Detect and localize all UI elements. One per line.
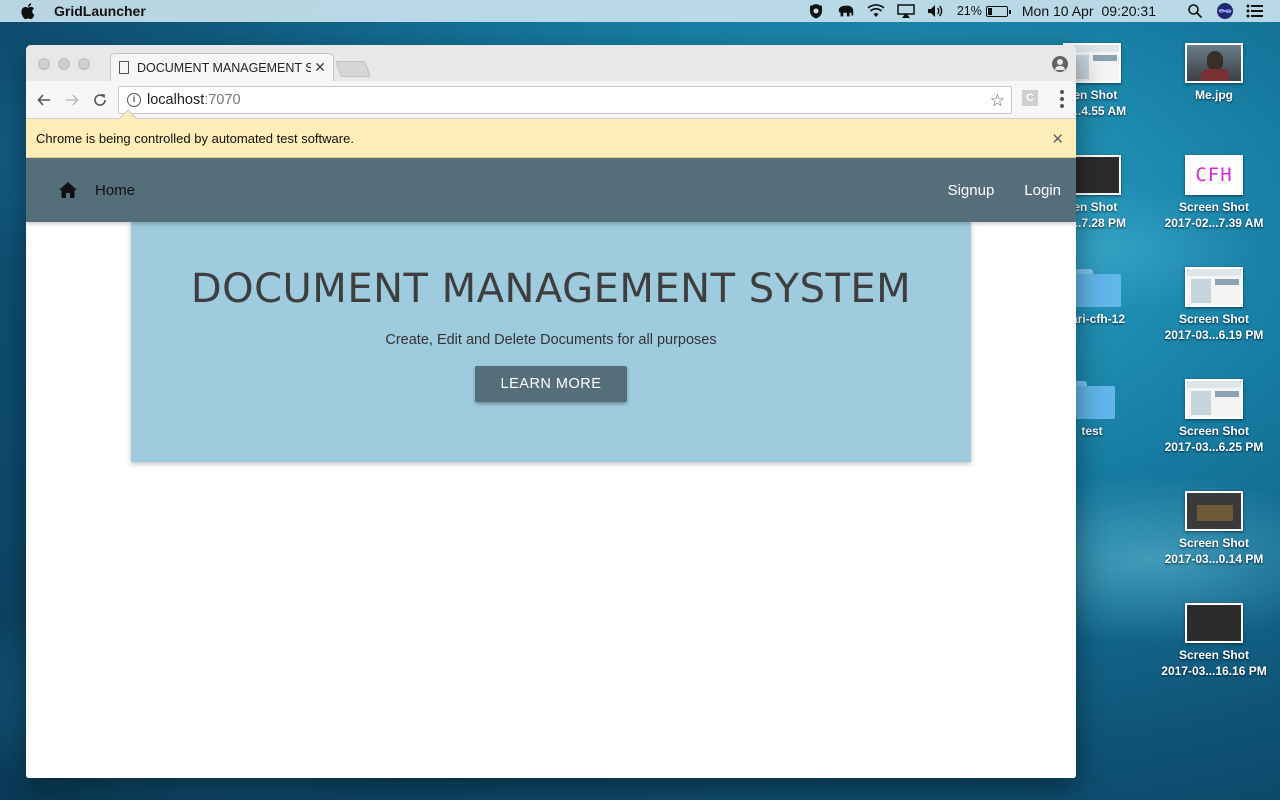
clock-date: Mon 10 Apr xyxy=(1021,3,1094,19)
address-bar[interactable]: i localhost:7070 ☆ xyxy=(118,86,1012,114)
nav-signup-link[interactable]: Signup xyxy=(948,182,995,199)
desktop-icon-screenshot[interactable]: Screen Shot 2017-03...6.19 PM xyxy=(1154,267,1274,343)
close-infobar-icon[interactable]: ✕ xyxy=(1051,130,1064,148)
minimize-window-button[interactable] xyxy=(58,58,70,70)
home-icon[interactable] xyxy=(58,181,78,199)
app-navbar: Home Signup Login xyxy=(26,158,1076,222)
zoom-window-button[interactable] xyxy=(78,58,90,70)
battery-percent: 21% xyxy=(956,4,982,18)
screenshot-thumbnail xyxy=(1185,491,1243,531)
apple-icon[interactable] xyxy=(21,3,35,19)
notification-center-icon[interactable] xyxy=(1246,3,1264,19)
volume-icon[interactable] xyxy=(927,3,945,19)
elephant-icon[interactable] xyxy=(837,3,855,19)
battery-icon[interactable] xyxy=(985,5,1011,17)
window-controls xyxy=(38,58,90,70)
url-host: localhost xyxy=(147,92,205,108)
desktop-icon-label: Me.jpg xyxy=(1195,88,1233,102)
desktop-icon-label: Screen Shot xyxy=(1178,648,1250,662)
screenshot-thumbnail: CFH xyxy=(1185,155,1243,195)
document-icon xyxy=(119,61,129,74)
close-tab-icon[interactable]: ✕ xyxy=(311,59,329,76)
nav-login-link[interactable]: Login xyxy=(1024,182,1061,199)
photo-thumbnail xyxy=(1185,43,1243,83)
desktop-icon-label: Screen Shot xyxy=(1178,312,1250,326)
new-tab-button[interactable] xyxy=(335,61,371,77)
reload-button[interactable] xyxy=(90,90,110,110)
desktop-icon-screenshot[interactable]: CFH Screen Shot 2017-02...7.39 AM xyxy=(1154,155,1274,231)
desktop-icon-label: Screen Shot xyxy=(1178,200,1250,214)
bookmark-star-icon[interactable]: ☆ xyxy=(990,91,1005,111)
tab-strip: DOCUMENT MANAGEMENT SY ✕ xyxy=(26,45,1076,81)
screenshot-thumbnail xyxy=(1185,603,1243,643)
screenshot-thumbnail xyxy=(1185,379,1243,419)
menu-bar: GridLauncher 21% Mon 10 Apr 09:20:31 xyxy=(0,0,1280,22)
web-page: Home Signup Login DOCUMENT MANAGEMENT SY… xyxy=(26,158,1076,778)
desktop-icon-label: Screen Shot xyxy=(1178,424,1250,438)
close-window-button[interactable] xyxy=(38,58,50,70)
back-button[interactable] xyxy=(34,90,54,110)
clock-time: 09:20:31 xyxy=(1101,3,1157,19)
desktop-icon-label: 2017-03...0.14 PM xyxy=(1164,552,1264,566)
profile-icon[interactable] xyxy=(1052,56,1068,72)
tab-title: DOCUMENT MANAGEMENT SY xyxy=(137,60,311,75)
desktop-icon-me-jpg[interactable]: Me.jpg xyxy=(1154,43,1274,103)
siri-icon[interactable] xyxy=(1216,3,1234,19)
automation-infobar: Chrome is being controlled by automated … xyxy=(26,109,1076,158)
browser-menu-icon[interactable] xyxy=(1060,90,1064,108)
screenshot-thumbnail xyxy=(1185,267,1243,307)
learn-more-button[interactable]: LEARN MORE xyxy=(475,366,627,402)
folder-icon xyxy=(1075,267,1121,307)
url-port: :7070 xyxy=(204,92,241,108)
nav-home-link[interactable]: Home xyxy=(95,182,135,199)
desktop-icon-screenshot[interactable]: Screen Shot 2017-03...6.25 PM xyxy=(1154,379,1274,455)
active-app-name[interactable]: GridLauncher xyxy=(54,3,146,19)
hero-title: DOCUMENT MANAGEMENT SYSTEM xyxy=(190,266,912,312)
extension-icon[interactable]: C xyxy=(1022,90,1038,106)
desktop-icon-screenshot[interactable]: Screen Shot 2017-03...16.16 PM xyxy=(1154,603,1274,679)
desktop-icon-label: 2017-03...16.16 PM xyxy=(1161,664,1267,678)
hero-card: DOCUMENT MANAGEMENT SYSTEM Create, Edit … xyxy=(131,222,971,462)
shield-icon[interactable] xyxy=(807,3,825,19)
menu-bar-status: 21% Mon 10 Apr 09:20:31 xyxy=(801,0,1280,22)
forward-button[interactable] xyxy=(62,90,82,110)
desktop-icon-screenshot[interactable]: Screen Shot 2017-03...0.14 PM xyxy=(1154,491,1274,567)
desktop-icon-label: 2017-02...7.39 AM xyxy=(1164,216,1264,230)
airplay-icon[interactable] xyxy=(897,3,915,19)
menu-bar-clock[interactable]: Mon 10 Apr 09:20:31 xyxy=(1022,3,1164,19)
browser-tab[interactable]: DOCUMENT MANAGEMENT SY ✕ xyxy=(110,53,334,81)
nav-right: Signup Login xyxy=(948,158,1061,222)
browser-window: DOCUMENT MANAGEMENT SY ✕ i localhost:707… xyxy=(26,45,1076,778)
desktop-icon-label: Screen Shot xyxy=(1178,536,1250,550)
spotlight-search-icon[interactable] xyxy=(1186,3,1204,19)
desktop-icon-label: 2017-03...6.19 PM xyxy=(1164,328,1264,342)
hero-subtitle: Create, Edit and Delete Documents for al… xyxy=(385,332,717,348)
browser-toolbar: i localhost:7070 ☆ C xyxy=(26,81,1076,119)
wifi-icon[interactable] xyxy=(867,3,885,19)
info-icon[interactable]: i xyxy=(127,93,141,107)
infobar-message: Chrome is being controlled by automated … xyxy=(36,130,354,146)
desktop-icon-label: 2017-03...6.25 PM xyxy=(1164,440,1264,454)
